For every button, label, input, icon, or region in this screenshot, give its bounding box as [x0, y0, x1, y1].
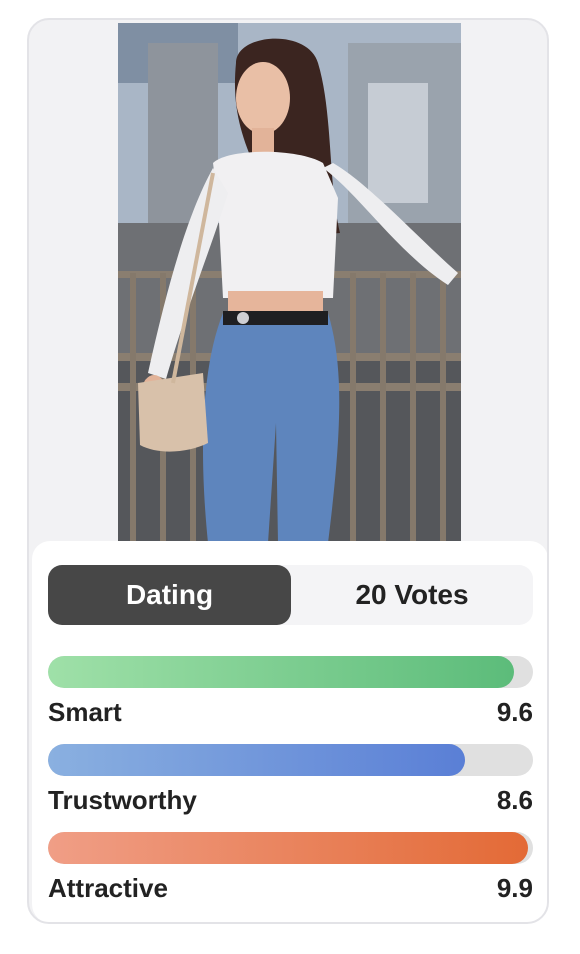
- rating-track: [48, 744, 533, 776]
- rating-fill: [48, 832, 529, 864]
- metric-label: Attractive: [48, 873, 168, 903]
- metric-value: 9.9: [496, 873, 533, 903]
- rating-fill: [48, 744, 466, 776]
- metric-label: Smart: [48, 697, 122, 727]
- metric-trustworthy: Trustworthy 8.6: [48, 744, 533, 816]
- metric-attractive: Attractive 9.9: [48, 832, 533, 904]
- rating-panel: Dating 20 Votes Smart 9.6 Trustworthy 8.…: [32, 541, 547, 922]
- tab-dating[interactable]: Dating: [48, 565, 291, 625]
- votes-count[interactable]: 20 Votes: [291, 565, 533, 625]
- metric-label: Trustworthy: [48, 785, 197, 815]
- rating-track: [48, 832, 533, 864]
- metric-value: 8.6: [496, 785, 533, 815]
- metric-smart: Smart 9.6: [48, 656, 533, 728]
- photo-illustration: [118, 23, 461, 543]
- category-switch: Dating 20 Votes: [48, 565, 533, 625]
- profile-photo[interactable]: [118, 23, 461, 543]
- profile-card: Dating 20 Votes Smart 9.6 Trustworthy 8.…: [27, 18, 549, 924]
- metric-value: 9.6: [496, 697, 533, 727]
- rating-track: [48, 656, 533, 688]
- rating-fill: [48, 656, 514, 688]
